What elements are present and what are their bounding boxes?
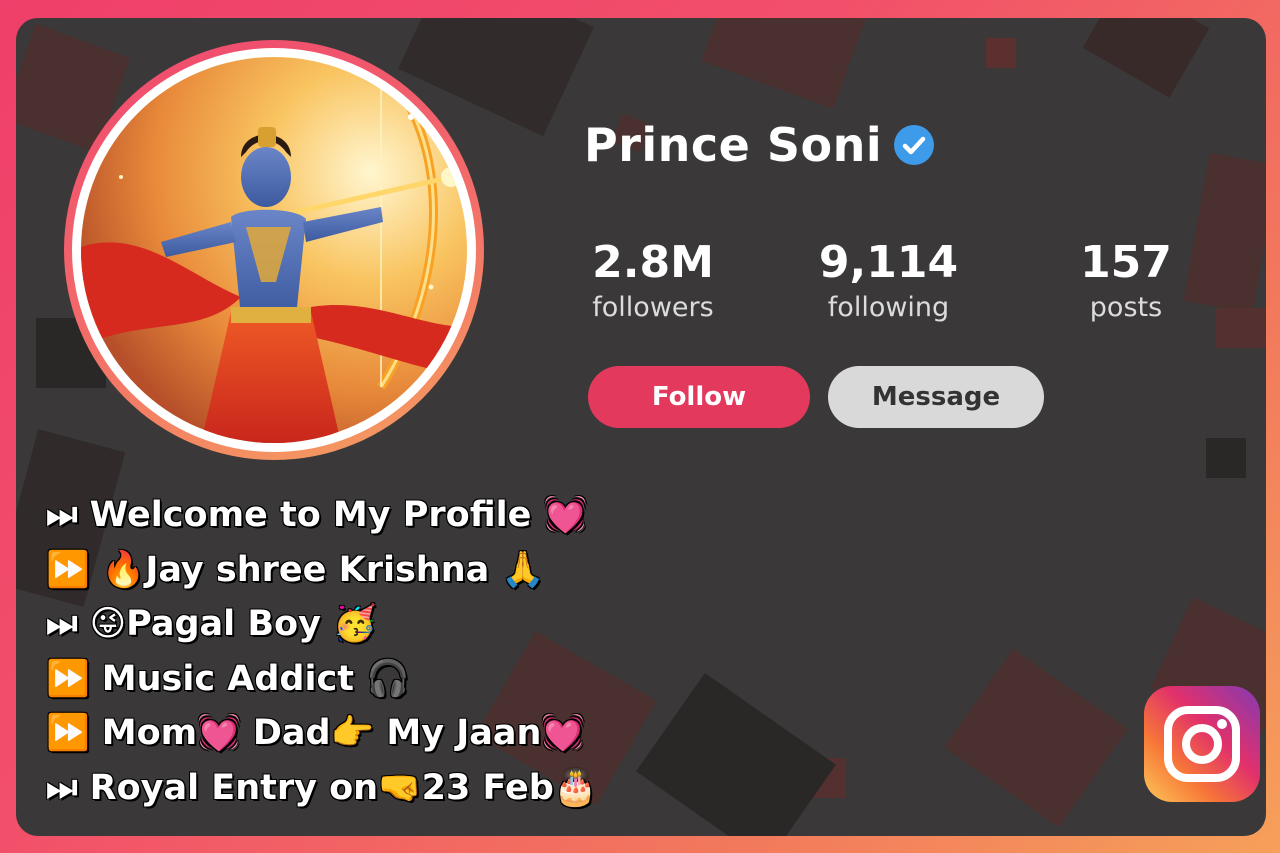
bio-line: ⏩ 🔥Jay shree Krishna 🙏: [46, 549, 546, 590]
bio-line: ⏭ Royal Entry on🤜23 Feb🎂: [46, 767, 598, 808]
profile-card: Prince Soni 2.8M followers 9,114 followi…: [16, 18, 1266, 836]
stat-following[interactable]: 9,114 following: [811, 238, 966, 328]
bio-line: ⏩ Mom💓 Dad👉 My Jaan💓: [46, 713, 585, 753]
gradient-frame: Prince Soni 2.8M followers 9,114 followi…: [0, 0, 1280, 853]
stat-followers[interactable]: 2.8M followers: [578, 238, 728, 328]
bio-line: ⏩ Music Addict 🎧: [46, 658, 410, 699]
stat-value: 2.8M: [592, 237, 714, 288]
stat-label: posts: [1089, 292, 1163, 323]
profile-name-row: Prince Soni: [584, 118, 936, 172]
instagram-glyph-icon: [1164, 706, 1240, 782]
profile-name: Prince Soni: [584, 118, 883, 172]
avatar-archer-illustration: [81, 57, 467, 443]
avatar-story-ring[interactable]: [64, 40, 484, 460]
stat-label: following: [827, 292, 950, 323]
avatar[interactable]: [81, 57, 467, 443]
stat-value: 9,114: [818, 237, 959, 288]
verified-badge-icon: [894, 125, 935, 165]
stat-posts[interactable]: 157 posts: [1066, 238, 1186, 328]
stat-label: followers: [592, 292, 714, 323]
avatar-border: [72, 48, 476, 452]
bio: ⏭ Welcome to My Profile 💓 ⏩ 🔥Jay shree K…: [46, 488, 597, 815]
follow-button[interactable]: Follow: [588, 366, 810, 428]
instagram-logo-icon: [1144, 686, 1260, 802]
message-button[interactable]: Message: [828, 366, 1044, 428]
bio-line: ⏭ Welcome to My Profile 💓: [46, 495, 588, 535]
stat-value: 157: [1080, 237, 1172, 288]
bio-line: ⏭ 😜Pagal Boy 🥳: [46, 604, 377, 644]
